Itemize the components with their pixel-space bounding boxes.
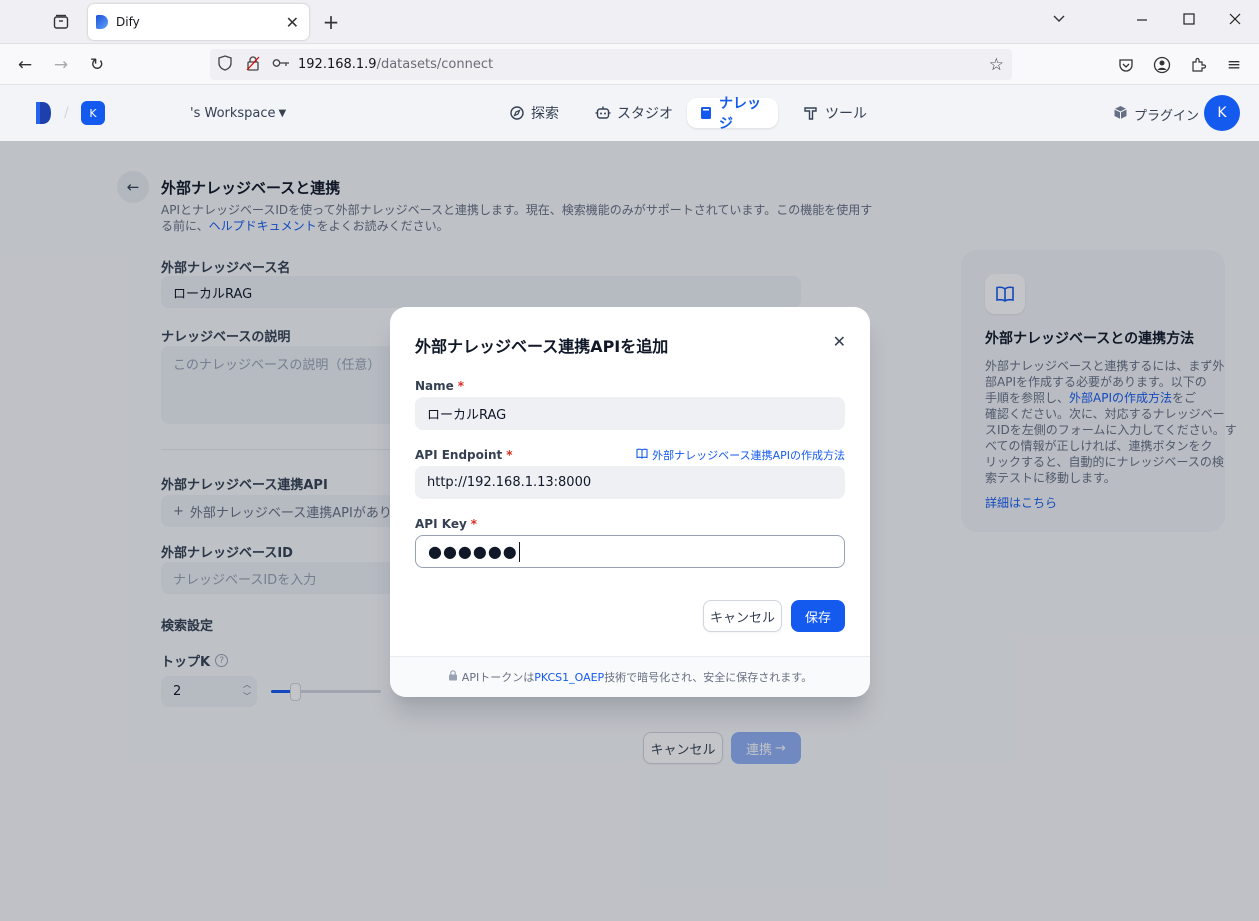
- breadcrumb-divider: /: [64, 105, 69, 121]
- api-key-input[interactable]: ●●●●●●: [415, 535, 845, 568]
- workspace-avatar[interactable]: K: [81, 101, 105, 125]
- workspace-selector[interactable]: 's Workspace ▼: [190, 106, 286, 121]
- modal-title: 外部ナレッジベース連携APIを追加: [415, 337, 669, 356]
- name-label: Name *: [415, 379, 464, 393]
- nav-studio[interactable]: スタジオ: [583, 98, 685, 128]
- footer-text: APIトークンは: [461, 671, 535, 684]
- lock-icon[interactable]: [246, 55, 262, 75]
- nav-explore[interactable]: 探索: [497, 98, 571, 128]
- api-key-masked-value: ●●●●●●: [428, 542, 518, 561]
- dify-logo-icon[interactable]: [34, 102, 52, 128]
- add-api-modal: 外部ナレッジベース連携APIを追加 ✕ Name * ローカルRAG API En…: [390, 307, 870, 697]
- endpoint-help-link[interactable]: 外部ナレッジベース連携APIの作成方法: [636, 447, 845, 463]
- cube-icon: [1113, 105, 1128, 124]
- modal-cancel-button[interactable]: キャンセル: [703, 600, 782, 632]
- new-tab-icon[interactable]: +: [319, 10, 343, 34]
- required-mark: *: [506, 448, 513, 462]
- address-bar[interactable]: 192.168.1.9/datasets/connect ☆: [210, 49, 1012, 80]
- account-icon[interactable]: [1151, 54, 1173, 76]
- tab-list-chevron-icon[interactable]: [1052, 12, 1066, 30]
- app-header: / K 's Workspace ▼ 探索 スタジオ ナレッジ ツール プラグイ…: [0, 85, 1259, 141]
- url-path: /datasets/connect: [376, 57, 494, 72]
- chevron-down-icon: ▼: [278, 108, 287, 119]
- minimize-icon[interactable]: [1136, 12, 1148, 30]
- endpoint-help-text: 外部ナレッジベース連携APIの作成方法: [652, 449, 845, 462]
- modal-save-button[interactable]: 保存: [791, 600, 845, 632]
- nav-explore-label: 探索: [531, 106, 559, 122]
- api-key-label: API Key *: [415, 517, 477, 531]
- book-icon: [699, 105, 713, 121]
- shield-icon[interactable]: [218, 54, 234, 75]
- user-avatar[interactable]: K: [1204, 95, 1240, 131]
- forward-arrow-icon[interactable]: →: [50, 54, 72, 76]
- url-text[interactable]: 192.168.1.9/datasets/connect: [298, 57, 493, 72]
- endpoint-label-text: API Endpoint: [415, 448, 503, 462]
- dify-favicon-icon: [96, 15, 108, 29]
- close-tab-icon[interactable]: ✕: [286, 13, 299, 32]
- modal-close-icon[interactable]: ✕: [833, 332, 846, 351]
- lock-icon: [448, 670, 458, 684]
- name-label-text: Name: [415, 379, 454, 393]
- close-window-icon[interactable]: [1229, 12, 1241, 30]
- plugins-button[interactable]: プラグイン: [1113, 105, 1199, 124]
- nav-tools-label: ツール: [825, 106, 867, 122]
- back-arrow-icon[interactable]: ←: [14, 54, 36, 76]
- url-host: 192.168.1.9: [298, 57, 377, 72]
- menu-icon[interactable]: ≡: [1223, 54, 1245, 76]
- bookmark-star-icon[interactable]: ☆: [989, 55, 1004, 75]
- workspace-name: 's Workspace: [190, 106, 276, 121]
- text-cursor: [518, 541, 520, 562]
- hammer-icon: [803, 105, 819, 121]
- plugins-label: プラグイン: [1134, 109, 1200, 124]
- pocket-icon[interactable]: [1115, 54, 1137, 76]
- nav-tools[interactable]: ツール: [791, 98, 879, 128]
- extensions-icon[interactable]: [1187, 54, 1209, 76]
- maximize-icon[interactable]: [1183, 12, 1195, 30]
- compass-icon: [509, 105, 525, 121]
- nav-studio-label: スタジオ: [617, 106, 673, 122]
- reload-icon[interactable]: ↻: [86, 54, 108, 76]
- required-mark: *: [457, 379, 465, 393]
- tab-groups-icon[interactable]: [49, 10, 73, 34]
- required-mark: *: [470, 517, 478, 531]
- endpoint-label: API Endpoint *: [415, 448, 513, 462]
- pkcs-link[interactable]: PKCS1_OAEP: [534, 671, 604, 684]
- browser-tab-bar: Dify ✕ +: [0, 0, 1259, 44]
- robot-icon: [595, 105, 611, 121]
- modal-footer: APIトークンは PKCS1_OAEP 技術で暗号化され、安全に保存されます。: [390, 656, 870, 697]
- nav-knowledge[interactable]: ナレッジ: [687, 96, 778, 132]
- book-open-icon: [636, 448, 648, 462]
- footer-suffix: 技術で暗号化され、安全に保存されます。: [604, 671, 813, 684]
- api-key-label-text: API Key: [415, 517, 467, 531]
- browser-tab[interactable]: Dify ✕: [88, 4, 309, 40]
- browser-nav-bar: ← → ↻ 192.168.1.9/datasets/connect ☆ ≡: [0, 44, 1259, 85]
- nav-knowledge-label: ナレッジ: [719, 96, 761, 132]
- key-icon[interactable]: [272, 57, 290, 73]
- api-endpoint-input[interactable]: http://192.168.1.13:8000: [415, 466, 845, 499]
- browser-tab-title: Dify: [116, 15, 140, 29]
- api-name-input[interactable]: ローカルRAG: [415, 397, 845, 430]
